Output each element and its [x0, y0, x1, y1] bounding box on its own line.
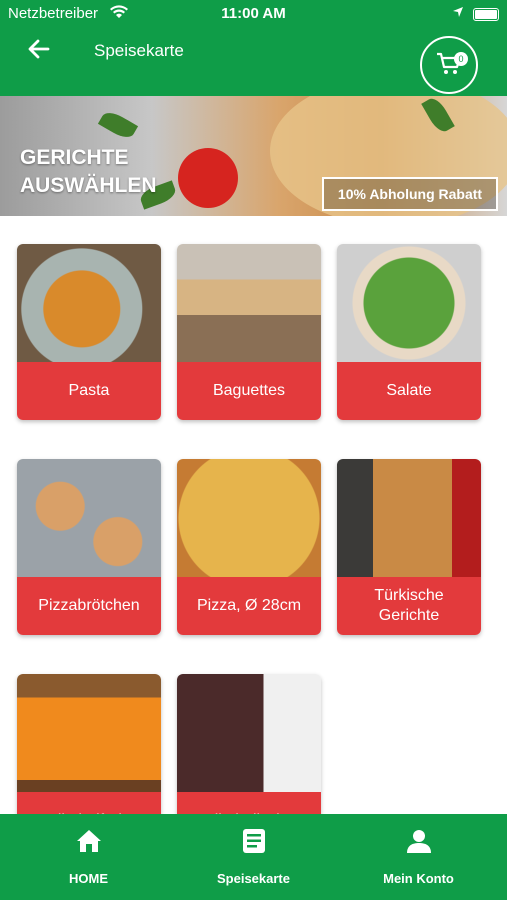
- discount-badge: 10% Abholung Rabatt: [322, 177, 498, 211]
- category-label: Türkische Gerichte: [337, 577, 481, 635]
- category-tile-pizzabroetchen[interactable]: Pizzabrötchen: [17, 459, 161, 635]
- nav-item-label: Speisekarte: [217, 871, 290, 886]
- banner-basil-leaf: [97, 108, 139, 142]
- category-label: Pasta: [17, 362, 161, 420]
- bottom-navigation: HOME Speisekarte Mein Konto: [0, 814, 507, 900]
- nav-item-speisekarte[interactable]: Speisekarte: [169, 814, 338, 900]
- cart-button[interactable]: [420, 36, 478, 94]
- category-image-tuerkische-gerichte: [337, 459, 481, 577]
- nav-item-home[interactable]: HOME: [4, 814, 173, 900]
- category-label: Pizza, Ø 28cm: [177, 577, 321, 635]
- category-tile-pasta[interactable]: Pasta: [17, 244, 161, 420]
- category-tile-tuerkische-gerichte[interactable]: Türkische Gerichte: [337, 459, 481, 635]
- nav-item-label: HOME: [69, 871, 108, 886]
- category-tile-baguettes[interactable]: Baguettes: [177, 244, 321, 420]
- category-image-alkoholische: [177, 674, 321, 792]
- category-image-baguettes: [177, 244, 321, 362]
- category-image-pizza: [177, 459, 321, 577]
- banner-heading-line1: GERICHTE: [20, 146, 129, 169]
- category-image-alkoholfreie: [17, 674, 161, 792]
- banner-heading: GERICHTE AUSWÄHLEN: [20, 144, 157, 200]
- cart-count-badge: 0: [454, 52, 468, 66]
- nav-item-mein-konto[interactable]: Mein Konto: [334, 814, 503, 900]
- account-icon: [407, 830, 431, 853]
- home-icon: [77, 830, 101, 852]
- category-image-pizzabroetchen: [17, 459, 161, 577]
- menu-icon: [243, 829, 265, 853]
- back-arrow-icon[interactable]: [26, 36, 56, 66]
- nav-item-label: Mein Konto: [383, 871, 454, 886]
- category-image-salate: [337, 244, 481, 362]
- category-label: Baguettes: [177, 362, 321, 420]
- page-title: Speisekarte: [94, 41, 184, 60]
- battery-icon: [473, 8, 499, 21]
- category-image-pasta: [17, 244, 161, 362]
- status-time: 11:00 AM: [221, 5, 286, 22]
- category-label: Salate: [337, 362, 481, 420]
- category-tile-salate[interactable]: Salate: [337, 244, 481, 420]
- app-header: Netzbetreiber 11:00 AM Speisekarte 0: [0, 0, 507, 96]
- category-tile-pizza[interactable]: Pizza, Ø 28cm: [177, 459, 321, 635]
- location-icon: [452, 5, 464, 22]
- category-label: Pizzabrötchen: [17, 577, 161, 635]
- status-bar: Netzbetreiber 11:00 AM: [0, 4, 507, 24]
- banner-tomato-image: [178, 148, 238, 208]
- banner-heading-line2: AUSWÄHLEN: [20, 174, 157, 197]
